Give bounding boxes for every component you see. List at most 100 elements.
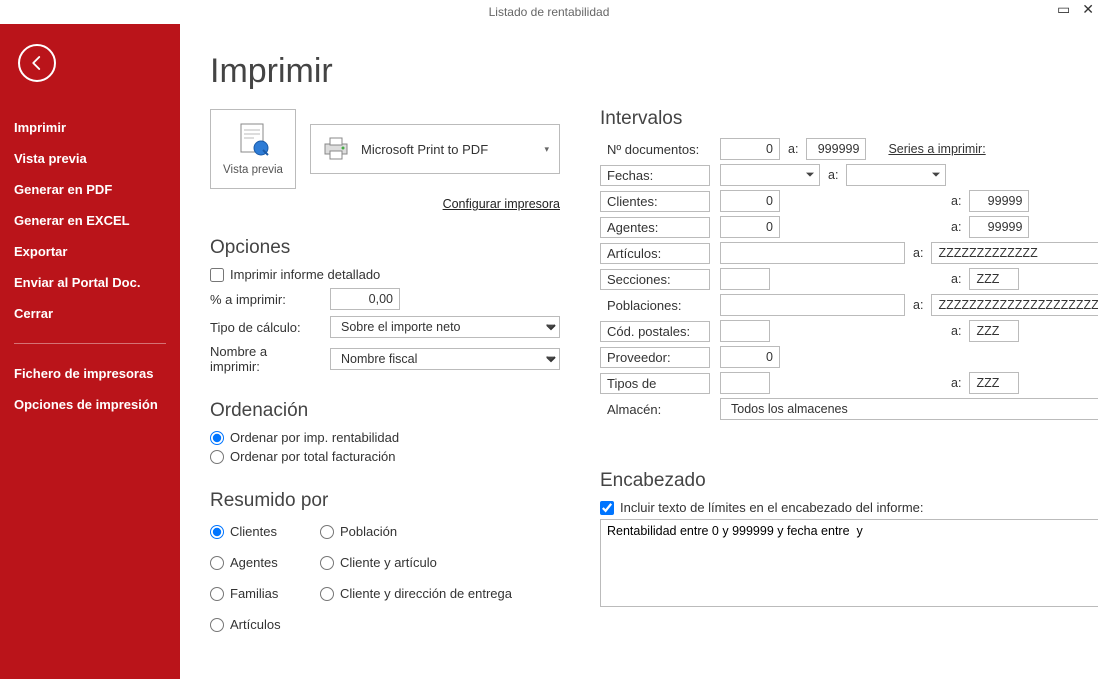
radio-cliente-articulo[interactable]: Cliente y artículo [320, 555, 560, 570]
secciones-button[interactable]: Secciones: [600, 269, 710, 290]
poblaciones-to[interactable] [931, 294, 1098, 316]
section-encabezado: Encabezado [600, 470, 1098, 492]
codpostales-to[interactable] [969, 320, 1019, 342]
a-label: a: [951, 220, 961, 234]
sidebar-item-imprimir[interactable]: Imprimir [0, 112, 180, 143]
agentes-to[interactable] [969, 216, 1029, 238]
agentes-radio[interactable] [210, 556, 224, 570]
fechas-button[interactable]: Fechas: [600, 165, 710, 186]
printer-select[interactable]: Microsoft Print to PDF ▾ [310, 124, 560, 174]
codpostales-button[interactable]: Cód. postales: [600, 321, 710, 342]
imprimir-detallado-checkbox[interactable] [210, 268, 224, 282]
clientes-label: Clientes [230, 524, 277, 539]
radio-articulos[interactable]: Artículos [210, 617, 320, 632]
radio-cliente-direccion[interactable]: Cliente y dirección de entrega [320, 586, 560, 601]
fechas-to[interactable] [846, 164, 946, 186]
sidebar-item-generar-pdf[interactable]: Generar en PDF [0, 174, 180, 205]
articulos-from[interactable] [720, 242, 905, 264]
radio-ordenar-rentabilidad[interactable]: Ordenar por imp. rentabilidad [210, 430, 560, 445]
ordenar-facturacion-label: Ordenar por total facturación [230, 449, 395, 464]
sidebar-item-exportar[interactable]: Exportar [0, 236, 180, 267]
section-opciones: Opciones [210, 237, 560, 259]
ndocumentos-label: Nº documentos: [600, 139, 710, 160]
familias-radio[interactable] [210, 587, 224, 601]
a-label: a: [788, 142, 798, 156]
sidebar: Imprimir Vista previa Generar en PDF Gen… [0, 24, 180, 679]
tipo-calculo-select[interactable]: Sobre el importe neto [330, 316, 560, 338]
vista-previa-button[interactable]: Vista previa [210, 109, 296, 189]
tipos-to[interactable] [969, 372, 1019, 394]
fechas-from[interactable] [720, 164, 820, 186]
sidebar-separator [14, 343, 166, 344]
resumido-options: Clientes Población Agentes Cliente y art… [210, 520, 560, 636]
intervalos-grid: Nº documentos: a: Series a imprimir: Fec… [600, 138, 1098, 420]
configure-printer-link[interactable]: Configurar impresora [210, 197, 560, 211]
incluir-limites-checkbox[interactable] [600, 501, 614, 515]
checkbox-incluir-limites[interactable]: Incluir texto de límites en el encabezad… [600, 500, 1098, 515]
radio-ordenar-facturacion[interactable]: Ordenar por total facturación [210, 449, 560, 464]
sidebar-item-cerrar[interactable]: Cerrar [0, 298, 180, 329]
secciones-from[interactable] [720, 268, 770, 290]
porcentaje-label: % a imprimir: [210, 292, 320, 307]
a-label: a: [913, 246, 923, 260]
poblaciones-label: Poblaciones: [600, 295, 710, 316]
cliente-direccion-radio[interactable] [320, 587, 334, 601]
imprimir-detallado-label: Imprimir informe detallado [230, 267, 380, 282]
document-preview-icon [233, 122, 273, 160]
printer-icon [321, 136, 351, 162]
ordenar-facturacion-radio[interactable] [210, 450, 224, 464]
poblaciones-from[interactable] [720, 294, 905, 316]
proveedor-from[interactable] [720, 346, 780, 368]
almacen-label: Almacén: [600, 399, 710, 420]
ordenar-rentabilidad-label: Ordenar por imp. rentabilidad [230, 430, 399, 445]
tipos-from[interactable] [720, 372, 770, 394]
tipos-button[interactable]: Tipos de [600, 373, 710, 394]
ndocumentos-from[interactable] [720, 138, 780, 160]
clientes-radio[interactable] [210, 525, 224, 539]
series-imprimir-link[interactable]: Series a imprimir: [888, 142, 985, 156]
sidebar-item-opciones-impresion[interactable]: Opciones de impresión [0, 389, 180, 420]
checkbox-imprimir-detallado[interactable]: Imprimir informe detallado [210, 267, 560, 282]
maximize-icon[interactable]: ▭ [1057, 2, 1070, 16]
sidebar-item-enviar-portal[interactable]: Enviar al Portal Doc. [0, 267, 180, 298]
printer-name: Microsoft Print to PDF [361, 142, 488, 157]
encabezado-textarea[interactable] [600, 519, 1098, 607]
cliente-articulo-radio[interactable] [320, 556, 334, 570]
printer-row: Vista previa Microsoft Print to PDF ▾ [210, 109, 560, 189]
ndocumentos-to[interactable] [806, 138, 866, 160]
radio-clientes[interactable]: Clientes [210, 524, 320, 539]
clientes-to[interactable] [969, 190, 1029, 212]
radio-poblacion[interactable]: Población [320, 524, 560, 539]
articulos-radio[interactable] [210, 618, 224, 632]
nombre-imprimir-select[interactable]: Nombre fiscal [330, 348, 560, 370]
a-label: a: [951, 376, 961, 390]
radio-familias[interactable]: Familias [210, 586, 320, 601]
sidebar-item-vista-previa[interactable]: Vista previa [0, 143, 180, 174]
proveedor-button[interactable]: Proveedor: [600, 347, 710, 368]
poblacion-radio[interactable] [320, 525, 334, 539]
agentes-from[interactable] [720, 216, 780, 238]
tipo-calculo-label: Tipo de cálculo: [210, 320, 320, 335]
familias-label: Familias [230, 586, 278, 601]
codpostales-from[interactable] [720, 320, 770, 342]
window-controls: ▭ ✕ [1057, 2, 1094, 16]
porcentaje-input[interactable] [330, 288, 400, 310]
articulos-button[interactable]: Artículos: [600, 243, 710, 264]
secciones-to[interactable] [969, 268, 1019, 290]
ordenar-rentabilidad-radio[interactable] [210, 431, 224, 445]
back-arrow-icon [28, 54, 46, 72]
agentes-button[interactable]: Agentes: [600, 217, 710, 238]
close-icon[interactable]: ✕ [1082, 2, 1094, 16]
sidebar-item-generar-excel[interactable]: Generar en EXCEL [0, 205, 180, 236]
sidebar-item-fichero-impresoras[interactable]: Fichero de impresoras [0, 358, 180, 389]
cliente-direccion-label: Cliente y dirección de entrega [340, 586, 512, 601]
almacen-select[interactable]: Todos los almacenes [720, 398, 1098, 420]
clientes-from[interactable] [720, 190, 780, 212]
a-label: a: [951, 272, 961, 286]
radio-agentes[interactable]: Agentes [210, 555, 320, 570]
clientes-button[interactable]: Clientes: [600, 191, 710, 212]
nombre-imprimir-label: Nombre a imprimir: [210, 344, 320, 374]
back-button[interactable] [18, 44, 56, 82]
agentes-label: Agentes [230, 555, 278, 570]
articulos-to[interactable] [931, 242, 1098, 264]
